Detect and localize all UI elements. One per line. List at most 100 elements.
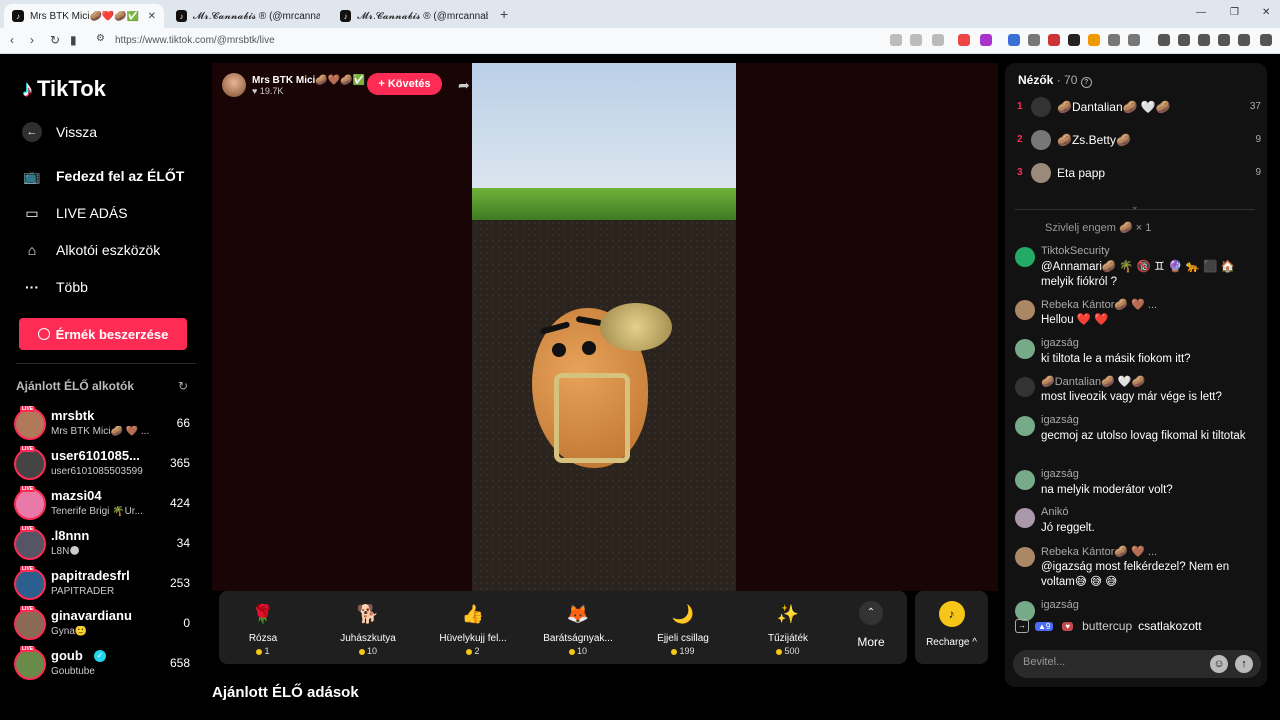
camera-icon: ▭: [25, 204, 39, 221]
bookmark-icon[interactable]: ▮: [70, 33, 77, 47]
follow-button[interactable]: + Követés: [367, 73, 442, 95]
creator-name: mazsi04: [51, 488, 102, 503]
get-coins-button[interactable]: Érmék beszerzése: [19, 318, 187, 350]
sidebar-icon[interactable]: [1178, 34, 1190, 46]
extensions-icon[interactable]: [1218, 34, 1230, 46]
maximize-icon[interactable]: ❐: [1230, 7, 1239, 18]
browser-tab-active[interactable]: ♪ Mrs BTK Mici🥔❤️🥔✅ (@m ✕: [4, 4, 164, 28]
gift-item[interactable]: 🐕 Juhászkutya 10: [320, 599, 416, 656]
streamer-info[interactable]: Mrs BTK Mici🥔🤎🥔✅ ♥ 19.7K: [222, 73, 365, 97]
top-viewer-item[interactable]: 1 🥔Dantalian🥔 🤍🥔 37: [1017, 96, 1261, 120]
live-badge: LIVE: [20, 646, 36, 652]
gift-name: Éjjeli csillag: [657, 633, 709, 644]
live-badge: LIVE: [20, 566, 36, 572]
close-window-icon[interactable]: ✕: [1262, 7, 1270, 18]
gift-item[interactable]: 🦊 Barátságnyak... 10: [530, 599, 626, 656]
gift-bar: 🌹 Rózsa 1 🐕 Juhászkutya 10 👍 Hüvelykujj fel... 2…: [219, 591, 907, 664]
info-icon[interactable]: ?: [1080, 77, 1092, 88]
video-player[interactable]: [472, 63, 736, 591]
gift-item[interactable]: 🌙 Éjjeli csillag 199: [635, 599, 731, 656]
rewards-icon[interactable]: [980, 34, 992, 46]
zoom-icon[interactable]: [910, 34, 922, 46]
tiktok-logo[interactable]: ♪ TikTok: [22, 76, 106, 102]
streamer-name: Mrs BTK Mici🥔🤎🥔✅: [252, 74, 366, 86]
chat-input[interactable]: [1023, 656, 1203, 668]
close-tab-icon[interactable]: ✕: [148, 11, 156, 22]
creator-item[interactable]: LIVE ginavardianu Gyna🙂 0: [14, 606, 194, 644]
creator-item[interactable]: LIVE .l8nnn L8N🌑 34: [14, 526, 194, 564]
forward-icon[interactable]: ›: [30, 33, 34, 47]
extension-icon[interactable]: [1128, 34, 1140, 46]
message-username: igazság: [1041, 468, 1079, 480]
get-coins-label: Érmék beszerzése: [55, 326, 169, 342]
extension-icon[interactable]: [1048, 34, 1060, 46]
new-tab-icon[interactable]: +: [500, 6, 508, 22]
nav-live-broadcast[interactable]: ▭ LIVE ADÁS: [22, 203, 127, 223]
emoji-icon[interactable]: ☺: [1210, 655, 1228, 673]
like-count-value: 19.7K: [259, 85, 284, 96]
refresh-icon[interactable]: ↻: [178, 379, 188, 393]
gift-item[interactable]: ✨ Tűzijáték 500: [740, 599, 836, 656]
viewer-count: 365: [169, 456, 190, 470]
reload-icon[interactable]: ↻: [50, 33, 60, 47]
share-icon[interactable]: [932, 34, 944, 46]
avatar: [1015, 470, 1035, 490]
translate-icon[interactable]: [1008, 34, 1020, 46]
creator-item[interactable]: LIVE papitradesfrl PAPITRADER 253: [14, 566, 194, 604]
top-viewer-item[interactable]: 2 🥔Zs.Betty🥔 9: [1017, 129, 1261, 153]
creator-item[interactable]: LIVE mrsbtk Mrs BTK Mici🥔 🤎 ... 66: [14, 406, 194, 444]
streamer-avatar[interactable]: [222, 73, 246, 97]
top-viewer-item[interactable]: 3 Eta papp 9: [1017, 162, 1261, 186]
avatar: [1015, 377, 1035, 397]
avatar: [14, 528, 46, 560]
gift-price-value: 2: [474, 646, 480, 656]
media-icon[interactable]: [1158, 34, 1170, 46]
chevron-up-icon: ⌃: [859, 601, 883, 625]
recharge-button[interactable]: ♪ Recharge ^: [915, 591, 988, 664]
brave-shield-icon[interactable]: [958, 34, 970, 46]
vpn-icon[interactable]: [1238, 34, 1250, 46]
back-icon[interactable]: ‹: [10, 33, 14, 47]
avatar: [1015, 416, 1035, 436]
more-gifts-button[interactable]: ⌃ More: [851, 601, 891, 649]
creator-item[interactable]: LIVE mazsi04 Tenerife Brigi 🌴Úr... 424: [14, 486, 194, 524]
url-field[interactable]: https://www.tiktok.com/@mrsbtk/live: [115, 35, 275, 46]
gift-price: 10: [530, 646, 626, 656]
gift-item[interactable]: 👍 Hüvelykujj fel... 2: [425, 599, 521, 656]
share-icon[interactable]: ➦: [458, 77, 470, 94]
viewers-count: · 70: [1056, 73, 1078, 87]
verified-icon: ✓: [94, 650, 106, 662]
site-info-icon[interactable]: ⚙: [96, 33, 105, 44]
minimize-icon[interactable]: —: [1196, 7, 1206, 18]
extension-icon[interactable]: [1028, 34, 1040, 46]
expand-icon[interactable]: ⌄: [1131, 201, 1139, 212]
chat-input-container: ☺ ↑: [1013, 650, 1261, 678]
avatar: [1015, 601, 1035, 621]
gift-item[interactable]: 🌹 Rózsa 1: [215, 599, 311, 656]
extension-icon[interactable]: [1088, 34, 1100, 46]
nav-more[interactable]: ··· Több: [22, 277, 88, 297]
viewer-count: 424: [169, 496, 190, 510]
extension-icon[interactable]: [1108, 34, 1120, 46]
browser-tab[interactable]: ♪ 𝓜𝓻.𝓒𝓪𝓷𝓷𝓪𝓫𝓲𝓼 ® (@mrcannabis_): [332, 4, 496, 28]
viewer-rank: 3: [1017, 167, 1023, 178]
divider: [16, 363, 196, 364]
nav-creator-tools[interactable]: ⌂ Alkotói eszközök: [22, 240, 161, 260]
dog-icon: 🐕: [356, 604, 380, 624]
viewer-score: 9: [1255, 167, 1261, 178]
recommended-lives-heading: Ajánlott ÉLŐ adások: [212, 684, 359, 701]
extension-icon[interactable]: [890, 34, 902, 46]
wallet-icon[interactable]: [1198, 34, 1210, 46]
send-icon[interactable]: ↑: [1235, 655, 1253, 673]
joined-text: csatlakozott: [1138, 619, 1202, 633]
back-button[interactable]: ← Vissza: [22, 122, 97, 142]
avatar: [14, 608, 46, 640]
browser-tab[interactable]: ♪ 𝓜𝓻.𝓒𝓪𝓷𝓷𝓪𝓫𝓲𝓼 ® (@mrcannabis_): [168, 4, 328, 28]
creator-item[interactable]: LIVE user6101085... user6101085503599 365: [14, 446, 194, 484]
creator-item[interactable]: LIVE goub Goubtube 658 ✓: [14, 646, 194, 684]
menu-icon[interactable]: [1260, 34, 1272, 46]
live-badge: LIVE: [20, 406, 36, 412]
extension-icon[interactable]: [1068, 34, 1080, 46]
viewer-rank: 1: [1017, 101, 1023, 112]
nav-explore-live[interactable]: 📺 Fedezd fel az ÉLŐT: [22, 166, 184, 186]
